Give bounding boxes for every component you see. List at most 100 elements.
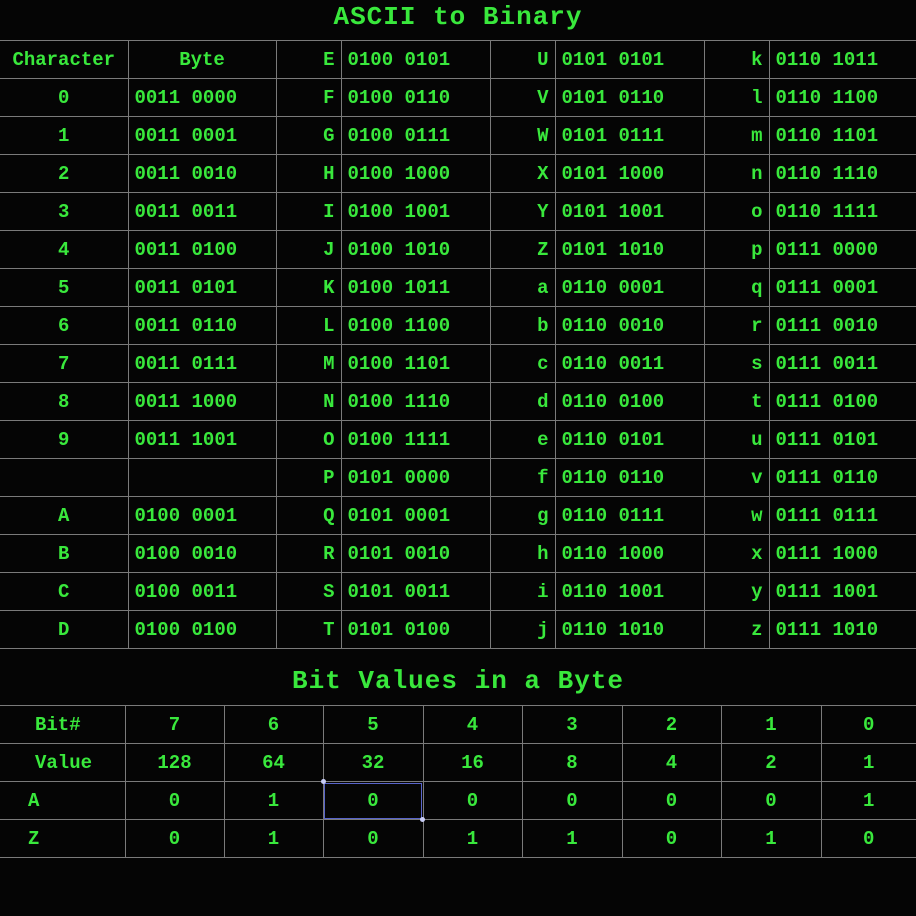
byte-cell[interactable]: 0100 0001 (127, 496, 277, 535)
bit-cell[interactable]: 1 (820, 743, 916, 782)
character-cell[interactable]: D (0, 610, 129, 649)
character-cell[interactable]: 9 (0, 420, 129, 459)
character-cell[interactable]: B (0, 534, 129, 573)
character-cell[interactable]: w (703, 496, 770, 535)
character-cell[interactable]: N (275, 382, 342, 421)
character-cell[interactable]: I (275, 192, 342, 231)
character-cell[interactable]: Z (489, 230, 556, 269)
byte-cell[interactable]: 0101 0011 (340, 572, 491, 611)
character-cell[interactable]: C (0, 572, 129, 611)
byte-cell[interactable]: 0100 1111 (340, 420, 491, 459)
character-cell[interactable]: y (703, 572, 770, 611)
selected-bit-cell[interactable]: 0 (322, 781, 424, 820)
byte-cell[interactable]: 0011 1000 (127, 382, 277, 421)
character-cell[interactable]: 4 (0, 230, 129, 269)
character-cell[interactable]: t (703, 382, 770, 421)
byte-cell[interactable] (127, 458, 277, 497)
byte-cell[interactable]: 0101 0111 (554, 116, 705, 155)
selection-handle-top-left[interactable] (321, 778, 326, 784)
character-cell[interactable] (0, 458, 129, 497)
byte-cell[interactable]: 0011 0100 (127, 230, 277, 269)
byte-cell[interactable]: 0100 1100 (340, 306, 491, 345)
character-cell[interactable]: O (275, 420, 342, 459)
bit-cell[interactable]: 0 (322, 819, 424, 858)
byte-cell[interactable]: 0101 1001 (554, 192, 705, 231)
character-cell[interactable]: a (489, 268, 556, 307)
byte-cell[interactable]: 0101 1000 (554, 154, 705, 193)
character-cell[interactable]: x (703, 534, 770, 573)
byte-cell[interactable]: 0111 0101 (768, 420, 916, 459)
byte-cell[interactable]: 0101 0000 (340, 458, 491, 497)
byte-cell[interactable]: 0101 0110 (554, 78, 705, 117)
byte-cell[interactable]: 0100 0101 (340, 40, 491, 79)
character-cell[interactable]: 0 (0, 78, 129, 117)
character-cell[interactable]: e (489, 420, 556, 459)
bit-cell[interactable]: 0 (720, 781, 822, 820)
bit-cell[interactable]: 0 (124, 781, 225, 820)
byte-cell[interactable]: 0011 0000 (127, 78, 277, 117)
byte-cell[interactable]: 0110 1101 (768, 116, 916, 155)
header-character[interactable]: Character (0, 40, 129, 79)
character-cell[interactable]: b (489, 306, 556, 345)
character-cell[interactable]: o (703, 192, 770, 231)
row-label[interactable]: A (0, 781, 126, 820)
byte-cell[interactable]: 0011 0001 (127, 116, 277, 155)
bit-cell[interactable]: 4 (621, 743, 722, 782)
bit-cell[interactable]: 6 (223, 705, 324, 744)
bit-cell[interactable]: 0 (621, 781, 722, 820)
byte-cell[interactable]: 0101 0101 (554, 40, 705, 79)
bit-cell[interactable]: 1 (820, 781, 916, 820)
character-cell[interactable]: 5 (0, 268, 129, 307)
bit-cell[interactable]: 1 (521, 819, 623, 858)
byte-cell[interactable]: 0111 0110 (768, 458, 916, 497)
bit-cell[interactable]: 1 (422, 819, 523, 858)
bit-cell[interactable]: 1 (223, 819, 324, 858)
character-cell[interactable]: F (275, 78, 342, 117)
bit-cell[interactable]: 8 (521, 743, 623, 782)
character-cell[interactable]: j (489, 610, 556, 649)
character-cell[interactable]: E (275, 40, 342, 79)
bit-cell[interactable]: 32 (322, 743, 424, 782)
character-cell[interactable]: p (703, 230, 770, 269)
bit-cell[interactable]: 1 (223, 781, 324, 820)
character-cell[interactable]: 7 (0, 344, 129, 383)
byte-cell[interactable]: 0111 0011 (768, 344, 916, 383)
byte-cell[interactable]: 0100 1001 (340, 192, 491, 231)
byte-cell[interactable]: 0110 1110 (768, 154, 916, 193)
byte-cell[interactable]: 0110 0111 (554, 496, 705, 535)
bit-cell[interactable]: 0 (422, 781, 523, 820)
bit-cell[interactable]: 2 (720, 743, 822, 782)
byte-cell[interactable]: 0101 0100 (340, 610, 491, 649)
character-cell[interactable]: L (275, 306, 342, 345)
row-label[interactable]: Bit# (0, 705, 126, 744)
character-cell[interactable]: h (489, 534, 556, 573)
header-byte[interactable]: Byte (127, 40, 277, 79)
bit-cell[interactable]: 0 (820, 819, 916, 858)
character-cell[interactable]: m (703, 116, 770, 155)
byte-cell[interactable]: 0011 0010 (127, 154, 277, 193)
byte-cell[interactable]: 0110 1111 (768, 192, 916, 231)
character-cell[interactable]: X (489, 154, 556, 193)
bit-cell[interactable]: 0 (621, 819, 722, 858)
bit-cell[interactable]: 0 (820, 705, 916, 744)
character-cell[interactable]: g (489, 496, 556, 535)
character-cell[interactable]: U (489, 40, 556, 79)
character-cell[interactable]: K (275, 268, 342, 307)
byte-cell[interactable]: 0011 0011 (127, 192, 277, 231)
byte-cell[interactable]: 0111 1001 (768, 572, 916, 611)
character-cell[interactable]: W (489, 116, 556, 155)
byte-cell[interactable]: 0110 1010 (554, 610, 705, 649)
character-cell[interactable]: c (489, 344, 556, 383)
character-cell[interactable]: s (703, 344, 770, 383)
character-cell[interactable]: 1 (0, 116, 129, 155)
character-cell[interactable]: H (275, 154, 342, 193)
row-label[interactable]: Value (0, 743, 126, 782)
byte-cell[interactable]: 0100 1110 (340, 382, 491, 421)
character-cell[interactable]: q (703, 268, 770, 307)
byte-cell[interactable]: 0110 0001 (554, 268, 705, 307)
byte-cell[interactable]: 0111 0111 (768, 496, 916, 535)
bit-cell[interactable]: 2 (621, 705, 722, 744)
byte-cell[interactable]: 0110 1000 (554, 534, 705, 573)
bit-cell[interactable]: 5 (322, 705, 424, 744)
character-cell[interactable]: z (703, 610, 770, 649)
